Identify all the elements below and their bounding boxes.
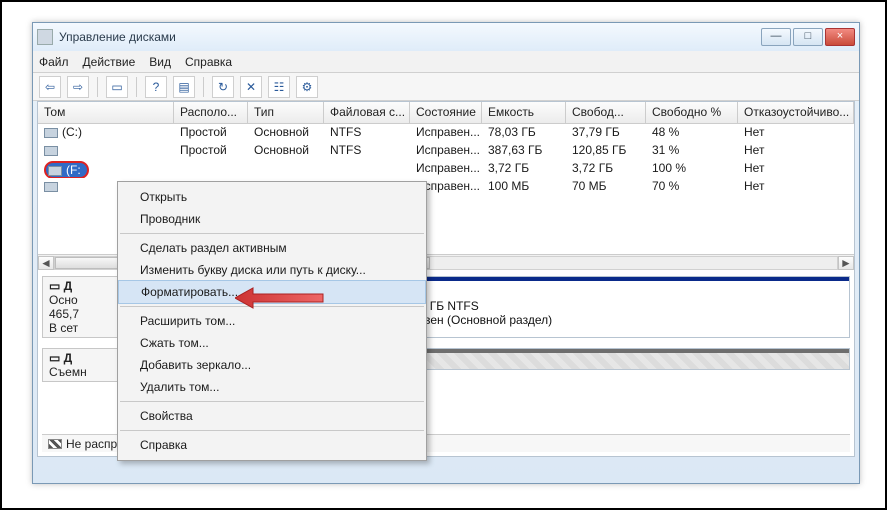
- context-menu-separator: [120, 430, 424, 431]
- selection-highlight: (F:: [44, 161, 89, 178]
- cell-status: Исправен...: [410, 160, 482, 178]
- cell-status: Исправен...: [410, 142, 482, 160]
- cell-layout: Простой: [174, 142, 248, 160]
- toolbar: ⇦ ⇨ ▭ ? ▤ ↻ ✕ ☷ ⚙: [33, 73, 859, 101]
- swatch-icon: [48, 439, 62, 449]
- delete-button[interactable]: ✕: [240, 76, 262, 98]
- cell-fault: Нет: [738, 160, 854, 178]
- col-volume[interactable]: Том: [38, 102, 174, 123]
- ctx-shrink[interactable]: Сжать том...: [118, 332, 426, 354]
- disk-management-window: Управление дисками — □ × Файл Действие В…: [32, 22, 860, 484]
- cell-volume: (C:): [38, 124, 174, 142]
- cell-freepct: 48 %: [646, 124, 738, 142]
- ctx-properties[interactable]: Свойства: [118, 405, 426, 427]
- cell-layout: [174, 160, 248, 178]
- partition[interactable]: (D:) 387,63 ГБ NTFS Исправен (Основной р…: [382, 277, 849, 337]
- col-capacity[interactable]: Емкость: [482, 102, 566, 123]
- ctx-delete[interactable]: Удалить том...: [118, 376, 426, 398]
- partition-title: (D:): [390, 285, 841, 299]
- ctx-help[interactable]: Справка: [118, 434, 426, 456]
- refresh-button[interactable]: ↻: [212, 76, 234, 98]
- cell-freepct: 31 %: [646, 142, 738, 160]
- cell-layout: Простой: [174, 124, 248, 142]
- ctx-make-active[interactable]: Сделать раздел активным: [118, 237, 426, 259]
- titlebar[interactable]: Управление дисками — □ ×: [33, 23, 859, 51]
- col-type[interactable]: Тип: [248, 102, 324, 123]
- col-layout[interactable]: Располо...: [174, 102, 248, 123]
- context-menu-separator: [120, 306, 424, 307]
- menu-help[interactable]: Справка: [185, 55, 232, 69]
- cell-freepct: 70 %: [646, 178, 738, 196]
- cell-cap: 387,63 ГБ: [482, 142, 566, 160]
- context-menu: Открыть Проводник Сделать раздел активны…: [117, 181, 427, 461]
- minimize-button[interactable]: —: [761, 28, 791, 46]
- toolbar-separator: [136, 77, 137, 97]
- menu-file[interactable]: Файл: [39, 55, 69, 69]
- toolbar-show-hide-button[interactable]: ▭: [106, 76, 128, 98]
- toolbar-view-button[interactable]: ▤: [173, 76, 195, 98]
- app-icon: [37, 29, 53, 45]
- table-row-selected[interactable]: (F: Исправен... 3,72 ГБ 3,72 ГБ 100 % Не…: [38, 160, 854, 178]
- cell-volume: [38, 142, 174, 160]
- ctx-change-letter[interactable]: Изменить букву диска или путь к диску...: [118, 259, 426, 281]
- cell-type: [248, 160, 324, 178]
- table-row[interactable]: Простой Основной NTFS Исправен... 387,63…: [38, 142, 854, 160]
- table-row[interactable]: (C:) Простой Основной NTFS Исправен... 7…: [38, 124, 854, 142]
- nav-forward-button[interactable]: ⇨: [67, 76, 89, 98]
- ctx-open[interactable]: Открыть: [118, 186, 426, 208]
- context-menu-separator: [120, 233, 424, 234]
- context-menu-separator: [120, 401, 424, 402]
- cell-type: Основной: [248, 124, 324, 142]
- col-filesystem[interactable]: Файловая с...: [324, 102, 410, 123]
- window-title: Управление дисками: [59, 30, 176, 44]
- cell-cap: 100 МБ: [482, 178, 566, 196]
- cell-free: 37,79 ГБ: [566, 124, 646, 142]
- cell-cap: 78,03 ГБ: [482, 124, 566, 142]
- ctx-format[interactable]: Форматировать...: [118, 280, 426, 304]
- cell-volume: (F:: [38, 160, 174, 178]
- column-headers: Том Располо... Тип Файловая с... Состоян…: [38, 102, 854, 124]
- col-fault[interactable]: Отказоустойчиво...: [738, 102, 854, 123]
- cell-fault: Нет: [738, 178, 854, 196]
- disk-header-icon: ▭: [49, 279, 64, 293]
- scroll-right-button[interactable]: ►: [838, 256, 854, 270]
- menu-view[interactable]: Вид: [149, 55, 171, 69]
- cell-fs: NTFS: [324, 124, 410, 142]
- col-freepct[interactable]: Свободно %: [646, 102, 738, 123]
- cell-free: 70 МБ: [566, 178, 646, 196]
- disk-header-icon: ▭: [49, 351, 64, 365]
- cell-free: 3,72 ГБ: [566, 160, 646, 178]
- nav-back-button[interactable]: ⇦: [39, 76, 61, 98]
- toolbar-separator: [97, 77, 98, 97]
- drive-icon: [48, 166, 62, 176]
- partition-fs: 387,63 ГБ NTFS: [390, 299, 841, 313]
- drive-icon: [44, 128, 58, 138]
- toolbar-separator: [203, 77, 204, 97]
- cell-fault: Нет: [738, 124, 854, 142]
- properties-button[interactable]: ☷: [268, 76, 290, 98]
- drive-icon: [44, 182, 58, 192]
- ctx-mirror[interactable]: Добавить зеркало...: [118, 354, 426, 376]
- cell-status: Исправен...: [410, 124, 482, 142]
- cell-fs: [324, 160, 410, 178]
- ctx-extend[interactable]: Расширить том...: [118, 310, 426, 332]
- menu-action[interactable]: Действие: [83, 55, 136, 69]
- cell-cap: 3,72 ГБ: [482, 160, 566, 178]
- maximize-button[interactable]: □: [793, 28, 823, 46]
- cell-free: 120,85 ГБ: [566, 142, 646, 160]
- col-status[interactable]: Состояние: [410, 102, 482, 123]
- cell-freepct: 100 %: [646, 160, 738, 178]
- menubar: Файл Действие Вид Справка: [33, 51, 859, 73]
- scroll-left-button[interactable]: ◄: [38, 256, 54, 270]
- drive-icon: [44, 146, 58, 156]
- partition-status: Исправен (Основной раздел): [390, 313, 841, 327]
- col-free[interactable]: Свобод...: [566, 102, 646, 123]
- ctx-explorer[interactable]: Проводник: [118, 208, 426, 230]
- settings-button[interactable]: ⚙: [296, 76, 318, 98]
- cell-fs: NTFS: [324, 142, 410, 160]
- cell-type: Основной: [248, 142, 324, 160]
- cell-fault: Нет: [738, 142, 854, 160]
- close-button[interactable]: ×: [825, 28, 855, 46]
- help-button[interactable]: ?: [145, 76, 167, 98]
